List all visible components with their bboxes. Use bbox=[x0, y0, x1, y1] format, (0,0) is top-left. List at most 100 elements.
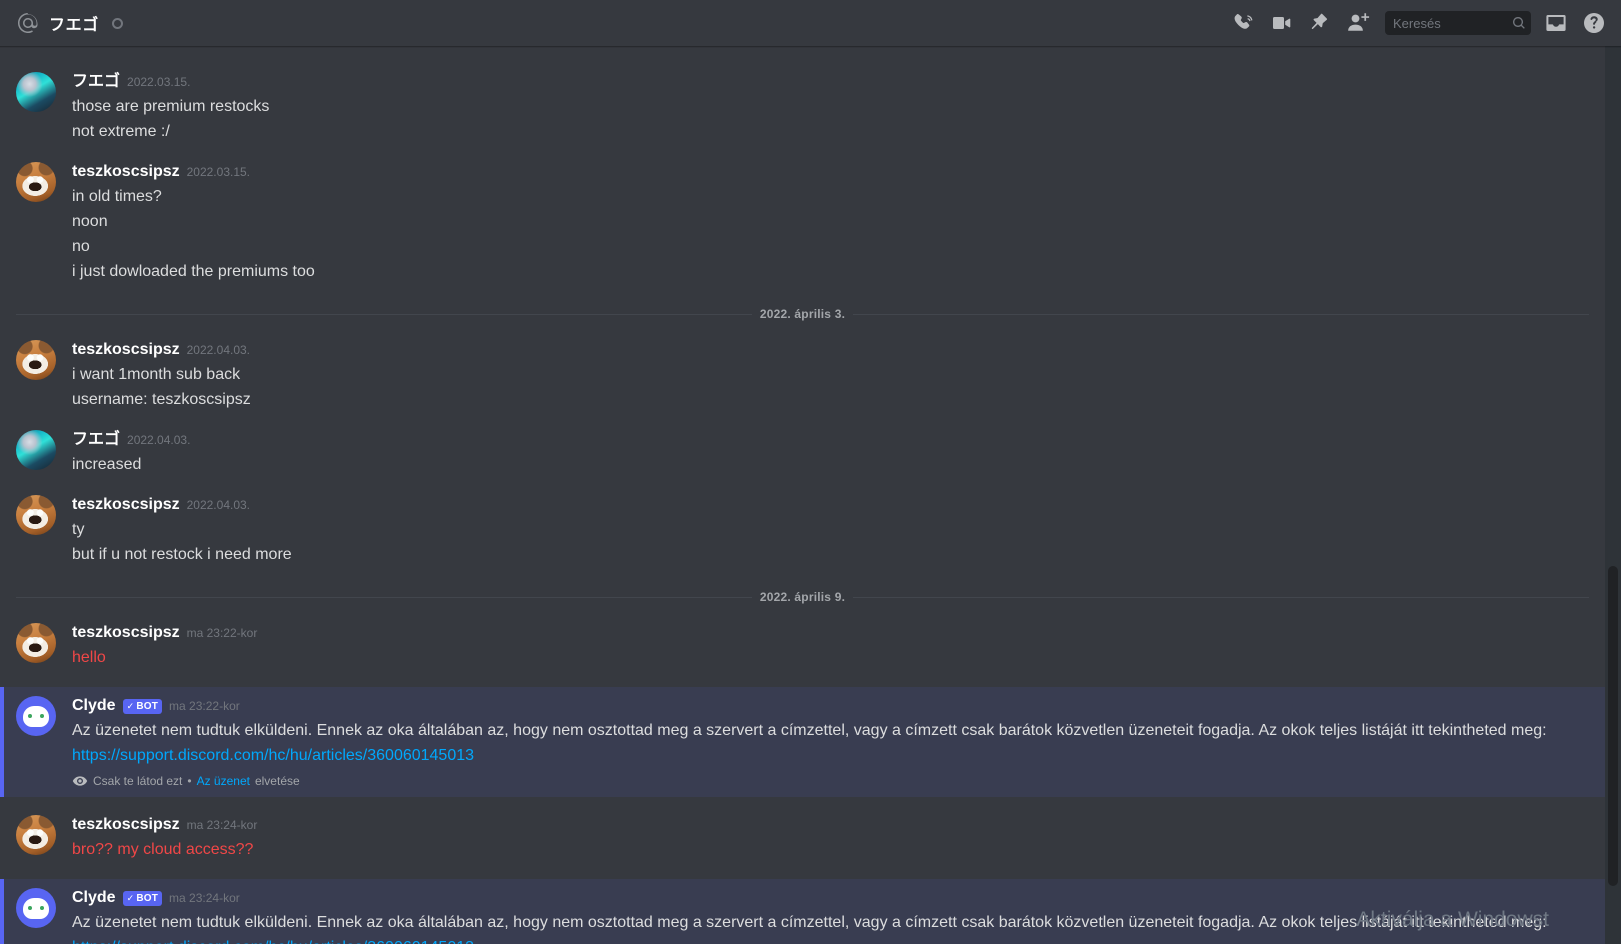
help-icon[interactable] bbox=[1575, 7, 1613, 39]
message-text: i just dowloaded the premiums too bbox=[72, 263, 315, 280]
message-author[interactable]: Clyde bbox=[72, 888, 116, 908]
video-call-icon[interactable] bbox=[1263, 7, 1301, 39]
dm-recipient-name: フエゴ bbox=[49, 17, 99, 34]
message-text: noon bbox=[72, 213, 108, 230]
date-divider-label: 2022. április 9. bbox=[751, 590, 854, 604]
message-timestamp: ma 23:22-kor bbox=[186, 626, 258, 640]
inbox-icon[interactable] bbox=[1537, 7, 1575, 39]
message-timestamp: 2022.04.03. bbox=[127, 433, 191, 447]
clyde-robot-icon bbox=[23, 897, 49, 919]
bot-verified-check-icon: ✓ bbox=[126, 701, 135, 711]
message-header: teszkoscsipsz 2022.04.03. bbox=[72, 494, 1557, 516]
messages-scrollbar-thumb[interactable] bbox=[1608, 566, 1618, 886]
message-timestamp: ma 23:24-kor bbox=[169, 891, 240, 905]
avatar[interactable] bbox=[16, 162, 56, 202]
message-header: フエゴ 2022.03.15. bbox=[72, 71, 1557, 93]
message-header: フエゴ 2022.04.03. bbox=[72, 429, 1557, 451]
message-text: but if u not restock i need more bbox=[72, 546, 292, 563]
message-text: in old times? bbox=[72, 188, 162, 205]
bot-verified-check-icon: ✓ bbox=[126, 893, 135, 903]
message-author[interactable]: teszkoscsipsz bbox=[72, 495, 180, 515]
messages-scroller-wrap: フエゴ 2022.03.15. those are premium restocks… bbox=[0, 46, 1621, 944]
discord-window: フエゴ Keresés フエゴ 2022.03.15. those are pr… bbox=[0, 0, 1621, 944]
pinned-messages-icon[interactable] bbox=[1301, 7, 1339, 39]
support-article-link[interactable]: https://support.discord.com/hc/hu/articl… bbox=[72, 939, 474, 944]
avatar[interactable] bbox=[16, 72, 56, 112]
message-timestamp: 2022.04.03. bbox=[186, 498, 251, 512]
message-author[interactable]: teszkoscsipsz bbox=[72, 623, 180, 643]
message-group: teszkoscsipsz 2022.03.15. in old times? noo… bbox=[0, 161, 1605, 284]
message-text: ty bbox=[72, 521, 85, 538]
add-friends-icon[interactable] bbox=[1339, 7, 1377, 39]
bot-badge-label: BOT bbox=[136, 892, 159, 904]
message-group: フエゴ 2022.03.15. those are premium restocks… bbox=[0, 71, 1605, 144]
system-message-body: Az üzenetet nem tudtuk elküldeni. Ennek … bbox=[72, 722, 1547, 739]
message-header: Clyde ✓ BOT ma 23:22-kor bbox=[72, 695, 1557, 717]
start-call-icon[interactable] bbox=[1225, 7, 1263, 39]
date-divider-label: 2022. április 3. bbox=[751, 307, 854, 321]
ephemeral-system-message: Clyde ✓ BOT ma 23:24-kor Az üzenetet nem tud… bbox=[0, 879, 1605, 944]
message-text-failed: hello bbox=[72, 649, 106, 666]
message-timestamp: 2022.03.15. bbox=[127, 75, 191, 89]
message-header: Clyde ✓ BOT ma 23:24-kor bbox=[72, 887, 1557, 909]
at-icon bbox=[16, 11, 40, 35]
messages-list: フエゴ 2022.03.15. those are premium restocks… bbox=[0, 46, 1605, 944]
message-author[interactable]: teszkoscsipsz bbox=[72, 815, 180, 835]
dismiss-message-rest: elvetése bbox=[254, 774, 300, 788]
message-text: those are premium restocks bbox=[72, 98, 270, 115]
message-text: not extreme :/ bbox=[72, 123, 170, 140]
message-text: i want 1month sub back bbox=[72, 366, 241, 383]
support-article-link[interactable]: https://support.discord.com/hc/hu/articl… bbox=[72, 747, 474, 764]
message-timestamp: 2022.03.15. bbox=[186, 165, 251, 179]
message-timestamp: ma 23:24-kor bbox=[186, 818, 258, 832]
channel-header-toolbar: Keresés bbox=[1225, 7, 1613, 39]
date-divider: 2022. április 9. bbox=[16, 589, 1589, 605]
clyde-robot-icon bbox=[23, 705, 49, 727]
message-group: フエゴ 2022.04.03. increased bbox=[0, 429, 1605, 477]
message-author[interactable]: フエゴ bbox=[72, 72, 120, 92]
ephemeral-system-message: Clyde ✓ BOT ma 23:22-kor Az üzenetet nem tud… bbox=[0, 687, 1605, 797]
message-group: teszkoscsipsz 2022.04.03. ty but if u not r… bbox=[0, 494, 1605, 567]
avatar[interactable] bbox=[16, 495, 56, 535]
search-input[interactable]: Keresés bbox=[1385, 11, 1531, 35]
system-message-link-row: https://support.discord.com/hc/hu/articl… bbox=[72, 743, 1557, 768]
bot-badge: ✓ BOT bbox=[122, 890, 163, 906]
message-header: teszkoscsipsz ma 23:24-kor bbox=[72, 814, 1557, 836]
message-group: teszkoscsipsz ma 23:24-kor bro?? my cloud … bbox=[0, 814, 1605, 862]
search-placeholder: Keresés bbox=[1393, 15, 1441, 31]
message-author[interactable]: Clyde bbox=[72, 696, 116, 716]
avatar[interactable] bbox=[16, 623, 56, 663]
message-header: teszkoscsipsz 2022.03.15. bbox=[72, 161, 1557, 183]
message-group: teszkoscsipsz ma 23:22-kor hello bbox=[0, 622, 1605, 670]
channel-header-title-area: フエゴ bbox=[16, 11, 1225, 35]
system-message-body: Az üzenetet nem tudtuk elküldeni. Ennek … bbox=[72, 914, 1547, 931]
message-text: increased bbox=[72, 456, 142, 473]
dismiss-message-link[interactable]: Az üzenet bbox=[197, 773, 250, 789]
avatar[interactable] bbox=[16, 888, 56, 928]
message-header: teszkoscsipsz ma 23:22-kor bbox=[72, 622, 1557, 644]
bot-badge: ✓ BOT bbox=[122, 698, 163, 714]
avatar[interactable] bbox=[16, 430, 56, 470]
message-text-failed: bro?? my cloud access?? bbox=[72, 841, 254, 858]
messages-scrollbar-track[interactable] bbox=[1605, 46, 1621, 944]
footer-separator: • bbox=[187, 774, 192, 788]
message-timestamp: 2022.04.03. bbox=[186, 343, 251, 357]
message-author[interactable]: フエゴ bbox=[72, 430, 120, 450]
message-group: teszkoscsipsz 2022.04.03. i want 1month su… bbox=[0, 339, 1605, 412]
message-header: teszkoscsipsz 2022.04.03. bbox=[72, 339, 1557, 361]
search-icon bbox=[1511, 15, 1527, 31]
message-author[interactable]: teszkoscsipsz bbox=[72, 162, 180, 182]
message-timestamp: ma 23:22-kor bbox=[169, 699, 240, 713]
status-indicator-offline bbox=[111, 17, 123, 29]
channel-header: フエゴ Keresés bbox=[0, 0, 1621, 46]
bot-badge-label: BOT bbox=[136, 700, 159, 712]
message-author[interactable]: teszkoscsipsz bbox=[72, 340, 180, 360]
only-you-label: Csak te látod ezt bbox=[93, 774, 183, 788]
message-text: username: teszkoscsipsz bbox=[72, 391, 251, 408]
avatar[interactable] bbox=[16, 340, 56, 380]
ephemeral-footer: Csak te látod ezt • Az üzenet elvetése bbox=[72, 773, 1557, 789]
avatar[interactable] bbox=[16, 696, 56, 736]
system-message-link-row: https://support.discord.com/hc/hu/articl… bbox=[72, 935, 1557, 944]
avatar[interactable] bbox=[16, 815, 56, 855]
eye-icon bbox=[72, 773, 88, 789]
